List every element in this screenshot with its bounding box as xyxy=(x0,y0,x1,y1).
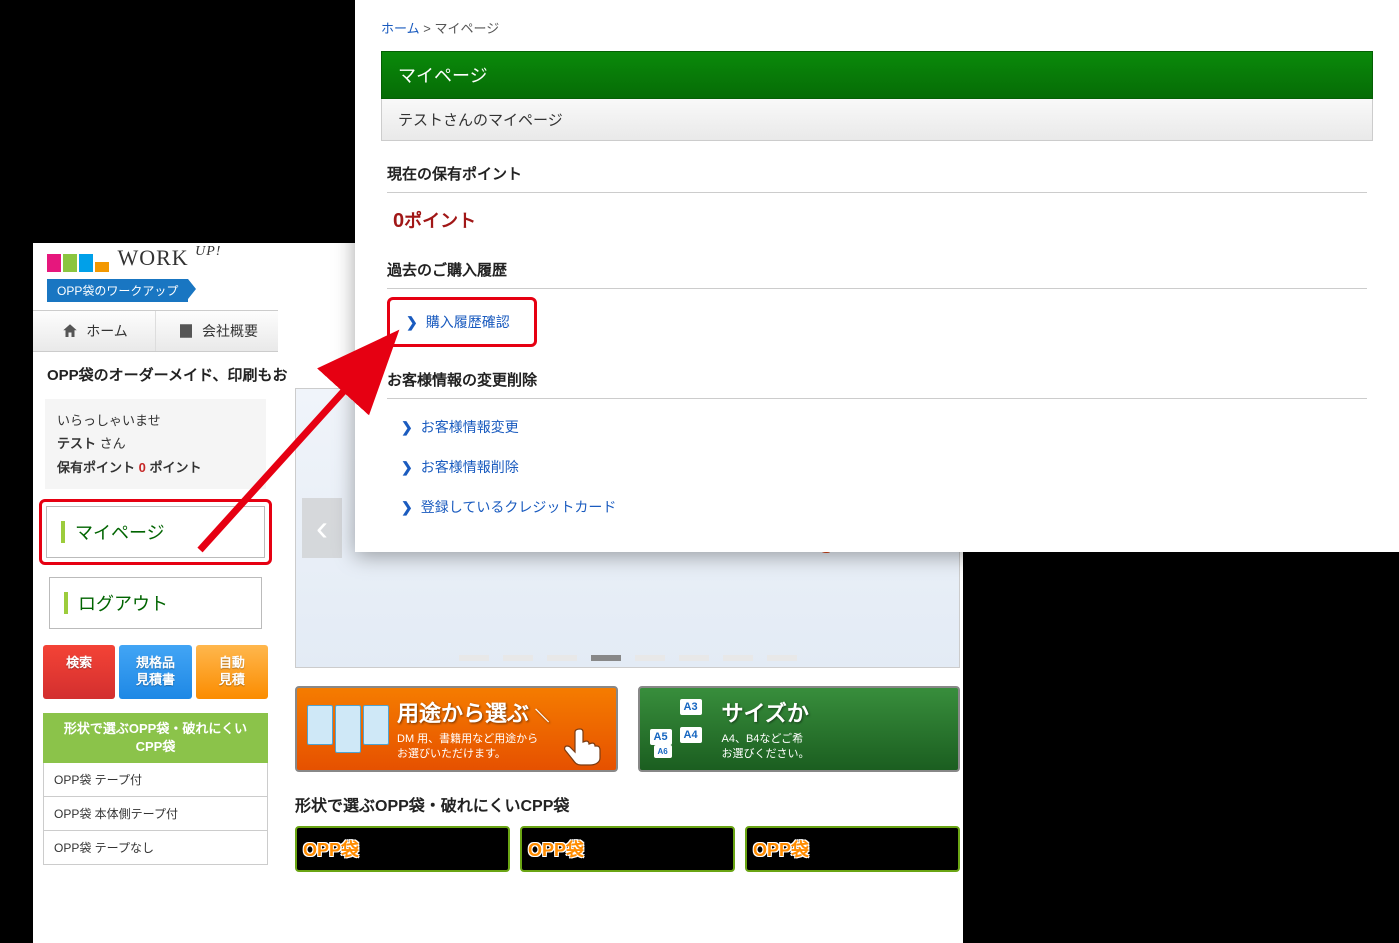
banner-size-title: サイズか xyxy=(722,696,810,728)
chevron-right-icon: ❯ xyxy=(401,419,413,436)
history-title: 過去のご購入履歴 xyxy=(387,259,1367,289)
carousel-dot[interactable] xyxy=(591,655,621,661)
breadcrumb-home-link[interactable]: ホーム xyxy=(381,21,420,36)
history-link-highlight: ❯ 購入履歴確認 xyxy=(387,297,537,347)
banner-use-title: 用途から選ぶ ＼ xyxy=(397,696,549,728)
link-label: お客様情報削除 xyxy=(421,457,519,477)
carousel-prev-button[interactable]: ‹ xyxy=(302,498,342,558)
banner-use[interactable]: 用途から選ぶ ＼ DM 用、書籍用など用途からお選びいただけます。 xyxy=(295,686,618,772)
category-list: OPP袋 テープ付 OPP袋 本体側テープ付 OPP袋 テープなし xyxy=(43,763,268,865)
breadcrumb-current: マイページ xyxy=(434,21,499,36)
nav-home[interactable]: ホーム xyxy=(33,311,156,351)
nav-company-label: 会社概要 xyxy=(202,321,258,341)
logo-text: WORK xyxy=(117,245,188,271)
hand-pointer-icon xyxy=(560,724,610,766)
product-row: OPP袋 OPP袋 OPP袋 xyxy=(295,826,960,872)
points-title: 現在の保有ポイント xyxy=(387,163,1367,193)
customer-change-link[interactable]: ❯ お客様情報変更 xyxy=(387,407,1367,447)
carousel-dot[interactable] xyxy=(767,655,797,661)
category-item[interactable]: OPP袋 テープ付 xyxy=(44,763,267,797)
points-unit: ポイント xyxy=(404,211,476,231)
carousel-dots xyxy=(459,655,797,661)
top-nav: ホーム 会社概要 xyxy=(33,310,278,352)
mypage-subtitle: テストさんのマイページ xyxy=(381,99,1373,141)
points-label: 保有ポイント xyxy=(57,460,135,475)
banner-use-sub: DM 用、書籍用など用途からお選びいただけます。 xyxy=(397,732,549,763)
section-title: 形状で選ぶOPP袋・破れにくいCPP袋 xyxy=(295,792,960,816)
building-icon xyxy=(176,321,196,341)
standard-estimate-button[interactable]: 規格品 見積書 xyxy=(119,645,191,699)
carousel-dot[interactable] xyxy=(459,655,489,661)
home-icon xyxy=(60,321,80,341)
carousel-dot[interactable] xyxy=(547,655,577,661)
nav-home-label: ホーム xyxy=(86,321,128,341)
chevron-right-icon: ❯ xyxy=(406,314,418,331)
chevron-left-icon: ‹ xyxy=(316,507,328,549)
carousel-dot[interactable] xyxy=(503,655,533,661)
tagline: OPP袋のオーダーメイド、印刷もお xyxy=(33,352,278,395)
product-card[interactable]: OPP袋 xyxy=(520,826,735,872)
mypage-header: マイページ xyxy=(381,51,1373,99)
product-card[interactable]: OPP袋 xyxy=(295,826,510,872)
accent-bar-icon xyxy=(61,521,65,543)
mypage-panel: ホーム > マイページ マイページ テストさんのマイページ 現在の保有ポイント … xyxy=(355,0,1399,552)
logo-ribbon: OPP袋のワークアップ xyxy=(47,279,188,302)
customer-delete-link[interactable]: ❯ お客様情報削除 xyxy=(387,447,1367,487)
carousel-dot[interactable] xyxy=(723,655,753,661)
points-value: 0 xyxy=(139,460,146,475)
customer-info-title: お客様情報の変更削除 xyxy=(387,369,1367,399)
auto-estimate-button[interactable]: 自動 見積 xyxy=(196,645,268,699)
size-badges: A3 A5 A4 A6 xyxy=(650,699,722,759)
document-icons xyxy=(307,705,389,753)
link-label: 登録しているクレジットカード xyxy=(421,497,617,517)
points-section: 現在の保有ポイント 0ポイント xyxy=(381,163,1373,237)
carousel-dot[interactable] xyxy=(635,655,665,661)
category-item[interactable]: OPP袋 本体側テープ付 xyxy=(44,797,267,831)
carousel-dot[interactable] xyxy=(679,655,709,661)
nav-company[interactable]: 会社概要 xyxy=(156,311,278,351)
banner-row: 用途から選ぶ ＼ DM 用、書籍用など用途からお選びいただけます。 A3 A5 … xyxy=(295,686,960,772)
category-item[interactable]: OPP袋 テープなし xyxy=(44,831,267,865)
mypage-button-label: マイページ xyxy=(75,519,165,545)
logout-button-label: ログアウト xyxy=(78,590,168,616)
logout-button[interactable]: ログアウト xyxy=(49,577,262,629)
category-header: 形状で選ぶOPP袋・破れにくい CPP袋 xyxy=(43,713,268,763)
mypage-button[interactable]: マイページ xyxy=(46,506,265,558)
product-card[interactable]: OPP袋 xyxy=(745,826,960,872)
search-button[interactable]: 検索 xyxy=(43,645,115,699)
logo-color-blocks xyxy=(47,254,109,272)
credit-card-link[interactable]: ❯ 登録しているクレジットカード xyxy=(387,487,1367,527)
breadcrumb: ホーム > マイページ xyxy=(381,18,1373,37)
purchase-history-link[interactable]: ❯ 購入履歴確認 xyxy=(392,302,532,342)
user-box: いらっしゃいませ テスト さん 保有ポイント 0 ポイント xyxy=(45,399,266,489)
banner-size-sub: A4、B4などご希お選びください。 xyxy=(722,732,810,763)
history-section: 過去のご購入履歴 ❯ 購入履歴確認 xyxy=(381,259,1373,347)
accent-bar-icon xyxy=(64,592,68,614)
chevron-right-icon: ❯ xyxy=(401,499,413,516)
sidebar: WORK UP! OPP袋のワークアップ ホーム 会社概要 OPP袋のオーダーメ… xyxy=(33,243,278,885)
logo-up: UP! xyxy=(195,244,221,260)
points-number: 0 xyxy=(393,210,404,232)
customer-info-section: お客様情報の変更削除 ❯ お客様情報変更 ❯ お客様情報削除 ❯ 登録しているク… xyxy=(381,369,1373,527)
user-honor: さん xyxy=(100,436,126,451)
quick-buttons: 検索 規格品 見積書 自動 見積 xyxy=(43,645,268,699)
link-label: 購入履歴確認 xyxy=(426,312,510,332)
chevron-right-icon: ❯ xyxy=(401,459,413,476)
points-unit: ポイント xyxy=(150,460,202,475)
logo[interactable]: WORK UP! OPP袋のワークアップ xyxy=(33,243,278,302)
link-label: お客様情報変更 xyxy=(421,417,519,437)
breadcrumb-separator: > xyxy=(423,21,434,36)
welcome-text: いらっしゃいませ xyxy=(57,409,254,432)
mypage-button-highlight: マイページ xyxy=(39,499,272,565)
points-display: 0ポイント xyxy=(387,193,1367,237)
user-name: テスト xyxy=(57,436,96,451)
banner-size[interactable]: A3 A5 A4 A6 サイズか A4、B4などご希お選びください。 xyxy=(638,686,961,772)
